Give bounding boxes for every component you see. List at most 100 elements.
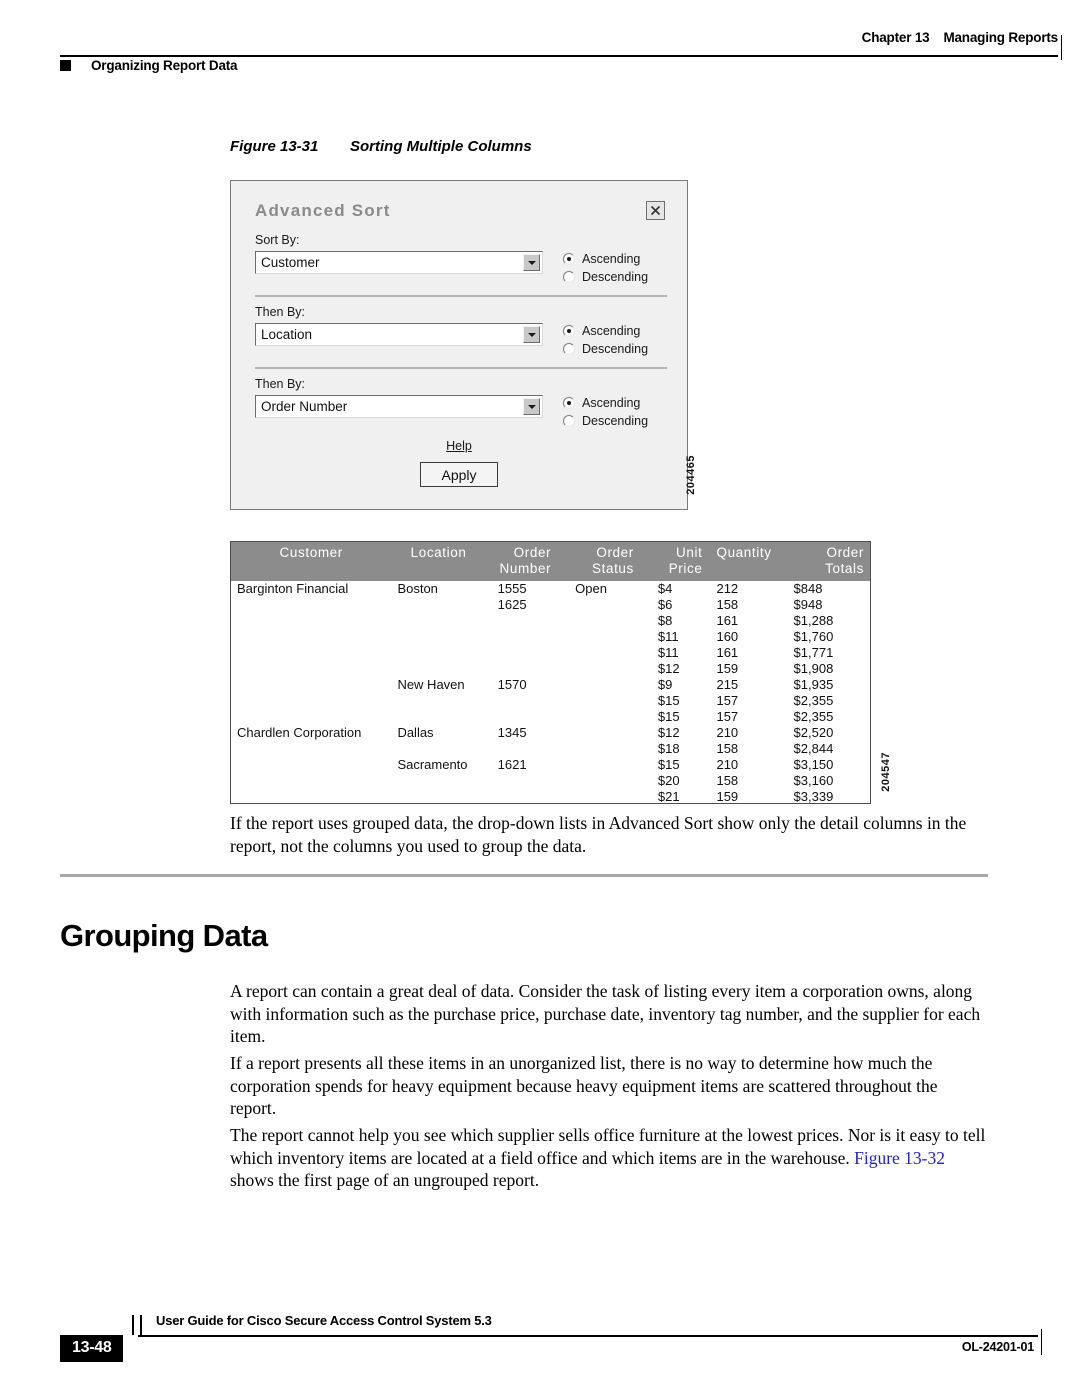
table-row: $15 157 $2,355 <box>231 693 870 709</box>
paragraph-after-figure: If the report uses grouped data, the dro… <box>230 813 967 856</box>
cell-quantity: 210 <box>716 724 739 740</box>
column-header-order-totals: Order Totals <box>787 542 870 581</box>
sort-by-label: Sort By: <box>255 233 300 247</box>
cell-order-status <box>569 629 652 645</box>
then-by-2-ascending-radio[interactable]: Ascending <box>563 396 648 410</box>
then-by-1-direction-group: Ascending Descending <box>563 323 648 360</box>
cell-location <box>391 597 485 613</box>
header-chapter-title: Managing Reports <box>943 30 1058 45</box>
cell-order-totals: $3,150 <box>793 756 834 772</box>
column-header-unit-price: Unit Price <box>651 542 711 581</box>
cell-order-status <box>569 709 652 725</box>
dialog-title: Advanced Sort <box>255 201 391 220</box>
cell-quantity: 158 <box>716 596 739 612</box>
close-icon[interactable] <box>646 201 665 220</box>
help-link[interactable]: Help <box>231 439 687 453</box>
cell-order-status <box>569 789 652 805</box>
then-by-1-value: Location <box>261 327 313 342</box>
cell-unit-price: $8 <box>657 612 673 628</box>
cell-order-totals: $1,908 <box>793 660 834 676</box>
report-table: Customer Location Order Number Order Sta… <box>231 542 870 805</box>
cell-quantity: 161 <box>716 612 739 628</box>
cell-location: Sacramento <box>397 756 468 772</box>
report-table-body: Barginton Financial Boston 1555 Open $4 212 $8… <box>231 581 870 805</box>
cell-unit-price: $15 <box>657 708 680 724</box>
paragraph-grouping-3-text-b: shows the first page of an ungrouped rep… <box>230 1170 540 1190</box>
cell-quantity: 161 <box>716 644 739 660</box>
dialog-divider-2 <box>255 367 667 369</box>
then-by-2-descending-label: Descending <box>582 414 649 428</box>
page-number-badge: 13-48 <box>60 1335 124 1362</box>
table-row: $8 161 $1,288 <box>231 613 870 629</box>
cell-order-status <box>569 693 652 709</box>
then-by-1-ascending-radio[interactable]: Ascending <box>563 324 648 338</box>
apply-button[interactable]: Apply <box>420 462 498 487</box>
radio-unselected-icon <box>563 343 575 355</box>
page-title: Grouping Data <box>60 918 268 953</box>
cell-unit-price: $15 <box>657 756 680 772</box>
cell-order-totals: $948 <box>793 596 823 612</box>
cell-quantity: 157 <box>716 708 739 724</box>
table-row: Sacramento 1621 $15 210 $3,150 <box>231 757 870 773</box>
square-bullet-icon <box>60 60 71 71</box>
table-row: $21 159 $3,339 <box>231 789 870 805</box>
figure-report-table-image: Customer Location Order Number Order Sta… <box>230 541 871 804</box>
cell-order-number <box>486 661 570 677</box>
radio-unselected-icon <box>563 415 575 427</box>
cell-unit-price: $11 <box>657 644 679 660</box>
cell-location <box>391 613 485 629</box>
cell-unit-price: $4 <box>657 580 673 596</box>
page-footer: User Guide for Cisco Secure Access Contr… <box>60 1307 1060 1365</box>
chevron-down-icon <box>523 326 540 343</box>
cell-customer <box>231 709 391 725</box>
cell-unit-price: $20 <box>657 772 680 788</box>
radio-unselected-icon <box>563 271 575 283</box>
sort-by-ascending-radio[interactable]: Ascending <box>563 252 648 266</box>
then-by-2-select[interactable]: Order Number <box>255 395 543 418</box>
cell-quantity: 159 <box>716 660 739 676</box>
cell-location <box>391 741 485 757</box>
cell-unit-price: $12 <box>657 724 680 740</box>
figure-13-32-crossref-link[interactable]: Figure 13-32 <box>854 1148 945 1168</box>
cell-order-number: 1555 <box>497 580 527 596</box>
sort-by-select[interactable]: Customer <box>255 251 543 274</box>
then-by-1-descending-radio[interactable]: Descending <box>563 342 648 356</box>
sort-by-descending-label: Descending <box>582 270 649 284</box>
footer-rule-tick <box>1040 1329 1042 1355</box>
sort-by-descending-radio[interactable]: Descending <box>563 270 648 284</box>
sort-by-ascending-label: Ascending <box>582 252 641 266</box>
cell-order-totals: $2,355 <box>793 708 834 724</box>
cell-quantity: 157 <box>716 692 739 708</box>
then-by-2-value: Order Number <box>261 399 348 414</box>
sort-by-direction-group: Ascending Descending <box>563 251 648 288</box>
cell-location: New Haven <box>397 676 465 692</box>
table-row: $18 158 $2,844 <box>231 741 870 757</box>
cell-customer <box>231 597 391 613</box>
table-row: 1625 $6 158 $948 <box>231 597 870 613</box>
sort-by-block: Sort By: Customer Ascending Descending <box>255 233 667 288</box>
then-by-2-label: Then By: <box>255 377 306 391</box>
cell-quantity: 215 <box>716 676 739 692</box>
footer-guide-title: User Guide for Cisco Secure Access Contr… <box>156 1313 492 1328</box>
cell-customer <box>231 789 391 805</box>
cell-order-totals: $848 <box>793 580 823 596</box>
header-rule-tick <box>1060 35 1062 60</box>
cell-location: Dallas <box>397 724 434 740</box>
cell-order-number <box>486 741 570 757</box>
cell-location <box>391 661 485 677</box>
paragraph-grouping-2: If a report presents all these items in … <box>230 1053 938 1118</box>
cell-order-status <box>569 757 652 773</box>
table-row: Chardlen Corporation Dallas 1345 $12 210 $2,5… <box>231 725 870 741</box>
table-header-row: Customer Location Order Number Order Sta… <box>231 542 870 581</box>
table-row: Barginton Financial Boston 1555 Open $4 212 $8… <box>231 581 870 597</box>
cell-order-totals: $1,771 <box>793 644 834 660</box>
cell-unit-price: $6 <box>657 596 673 612</box>
cell-customer <box>231 677 391 693</box>
cell-customer <box>231 613 391 629</box>
then-by-2-descending-radio[interactable]: Descending <box>563 414 648 428</box>
then-by-1-select[interactable]: Location <box>255 323 543 346</box>
then-by-2-ascending-label: Ascending <box>582 396 641 410</box>
chevron-down-icon <box>523 254 540 271</box>
figure-13-31-caption: Figure 13-31 Sorting Multiple Columns <box>230 138 532 155</box>
then-by-1-label: Then By: <box>255 305 306 319</box>
